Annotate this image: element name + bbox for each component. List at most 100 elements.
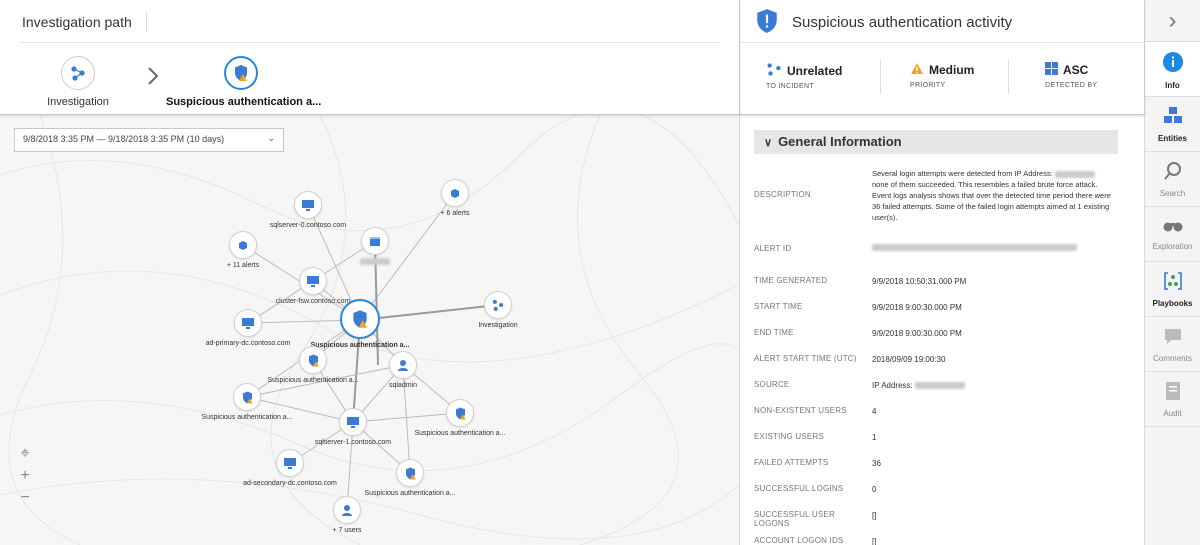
stat-value: ASC xyxy=(1063,63,1089,77)
field-value: 9/9/2018 9:00:30.000 PM xyxy=(872,329,962,338)
sidebar-item-audit[interactable]: Audit xyxy=(1145,372,1200,427)
alert-details-panel: Suspicious authentication activity Unrel… xyxy=(740,0,1144,545)
field-value: 9/9/2018 10:50:31.000 PM xyxy=(872,277,967,286)
cube-icon xyxy=(441,179,469,207)
stat-value: Unrelated xyxy=(787,63,843,78)
shield-alert-icon xyxy=(233,383,261,411)
field-label: SUCCESSFUL USER LOGONS xyxy=(754,510,835,528)
field-value: 1 xyxy=(872,433,877,442)
node-label: Suspicious authentication a... xyxy=(201,414,293,421)
crumb-label: Investigation xyxy=(47,96,109,108)
graph-node-alert[interactable]: Suspicious authentication a... xyxy=(263,346,363,384)
sidebar-item-exploration[interactable]: Exploration xyxy=(1145,207,1200,262)
zoom-in-button[interactable]: + xyxy=(14,465,36,487)
sidebar-item-label: Exploration xyxy=(1152,242,1193,251)
graph-node-host[interactable]: sqlserver-1.contoso.com xyxy=(303,408,403,446)
binoculars-icon xyxy=(1162,221,1184,238)
sidebar-item-label: Entities xyxy=(1158,134,1187,143)
field-value: 4 xyxy=(872,407,877,416)
stat-priority: Medium PRIORITY xyxy=(910,62,1030,89)
alert-details-body[interactable]: ∨ General Information DESCRIPTION Several… xyxy=(740,116,1144,545)
field-label: SUCCESSFUL LOGINS xyxy=(754,484,844,493)
divider xyxy=(740,42,1144,43)
divider xyxy=(146,12,147,32)
recenter-icon[interactable]: ⌖ xyxy=(14,443,36,465)
field-label: NON-EXISTENT USERS xyxy=(754,406,847,415)
stat-label: DETECTED BY xyxy=(1045,82,1098,89)
field-label: TIME GENERATED xyxy=(754,276,828,285)
shield-alert-icon xyxy=(224,56,258,90)
field-label: FAILED ATTEMPTS xyxy=(754,458,829,467)
field-value: 0 xyxy=(872,485,877,494)
computer-icon xyxy=(276,449,304,477)
field-label: ALERT ID xyxy=(754,244,792,253)
graph-node-alert[interactable]: Suspicious authentication a... xyxy=(360,459,460,497)
divider xyxy=(1008,60,1009,94)
shield-alert-icon xyxy=(340,299,380,339)
investigation-graph[interactable]: 9/8/2018 3:35 PM — 9/18/2018 3:35 PM (10… xyxy=(0,115,739,545)
crumb-investigation[interactable]: Investigation xyxy=(40,56,116,108)
node-label: Suspicious authentication a... xyxy=(414,430,506,437)
zoom-out-button[interactable]: − xyxy=(14,487,36,509)
chevron-right-icon: › xyxy=(1168,6,1177,34)
field-value: [] xyxy=(872,511,877,520)
node-label: Investigation xyxy=(478,322,518,329)
sidebar-item-search[interactable]: Search xyxy=(1145,152,1200,207)
computer-icon xyxy=(299,267,327,295)
section-title: General Information xyxy=(778,134,902,149)
graph-node-investigation[interactable]: Investigation xyxy=(468,291,528,329)
field-value xyxy=(872,244,1112,255)
chevron-down-icon: ∨ xyxy=(764,137,773,149)
field-label: END TIME xyxy=(754,328,794,337)
field-label: START TIME xyxy=(754,302,803,311)
graph-node-alert[interactable]: Suspicious authentication a... xyxy=(197,383,297,421)
graph-node-alert[interactable]: Suspicious authentication a... xyxy=(410,399,510,437)
crumb-alert[interactable]: Suspicious authentication a... xyxy=(166,56,321,108)
graph-node-host[interactable]: sqlserver-0.contoso.com xyxy=(258,191,358,229)
node-label: sqladmin xyxy=(388,382,417,389)
field-value: 9/9/2018 9:00:30.000 PM xyxy=(872,303,962,312)
graph-node-account[interactable]: sqladmin xyxy=(373,351,433,389)
computer-icon xyxy=(294,191,322,219)
shield-alert-icon xyxy=(299,346,327,374)
alert-header: Suspicious authentication activity Unrel… xyxy=(740,0,1144,115)
user-icon xyxy=(389,351,417,379)
sidebar-item-comments[interactable]: Comments xyxy=(1145,317,1200,372)
sidebar-item-playbooks[interactable]: Playbooks xyxy=(1145,262,1200,317)
node-label: + 7 users xyxy=(332,527,362,534)
general-information-section[interactable]: ∨ General Information xyxy=(754,130,1118,154)
node-label xyxy=(345,258,405,265)
playbooks-icon xyxy=(1163,272,1183,295)
audit-icon xyxy=(1164,382,1182,405)
node-label: sqlserver-0.contoso.com xyxy=(269,222,347,229)
path-title: Investigation path xyxy=(22,14,132,30)
alert-title: Suspicious authentication activity xyxy=(792,14,1013,31)
field-value: IP Address: xyxy=(872,380,1112,391)
graph-node-alerts-group[interactable]: + 6 alerts xyxy=(425,179,485,217)
users-icon xyxy=(333,496,361,524)
search-icon xyxy=(1163,162,1183,185)
graph-node-host[interactable]: ad-secondary-dc.contoso.com xyxy=(240,449,340,487)
field-label: EXISTING USERS xyxy=(754,432,824,441)
collapse-button[interactable]: › xyxy=(1145,0,1200,42)
shield-alert-icon xyxy=(446,399,474,427)
field-label: SOURCE xyxy=(754,380,790,389)
graph-node-host[interactable]: ad-primary-dc.contoso.com xyxy=(198,309,298,347)
chevron-right-icon xyxy=(146,64,160,94)
cubes-icon xyxy=(1162,107,1184,130)
graph-node-alerts-group[interactable]: + 11 alerts xyxy=(213,231,273,269)
zoom-controls: ⌖ + − xyxy=(14,443,36,509)
investigation-icon xyxy=(484,291,512,319)
description-text-pre: Several login attempts were detected fro… xyxy=(872,169,1053,178)
divider xyxy=(20,42,719,43)
field-value: Several login attempts were detected fro… xyxy=(872,168,1112,223)
comment-icon xyxy=(1163,329,1183,350)
graph-node-users-group[interactable]: + 7 users xyxy=(317,496,377,534)
sidebar-item-label: Comments xyxy=(1153,354,1192,363)
field-label: DESCRIPTION xyxy=(754,190,811,199)
graph-node-resource[interactable] xyxy=(345,227,405,265)
sidebar-item-entities[interactable]: Entities xyxy=(1145,97,1200,152)
divider xyxy=(880,60,881,94)
graph-node-center-alert[interactable]: Suspicious authentication a... xyxy=(310,299,410,349)
cube-icon xyxy=(229,231,257,259)
